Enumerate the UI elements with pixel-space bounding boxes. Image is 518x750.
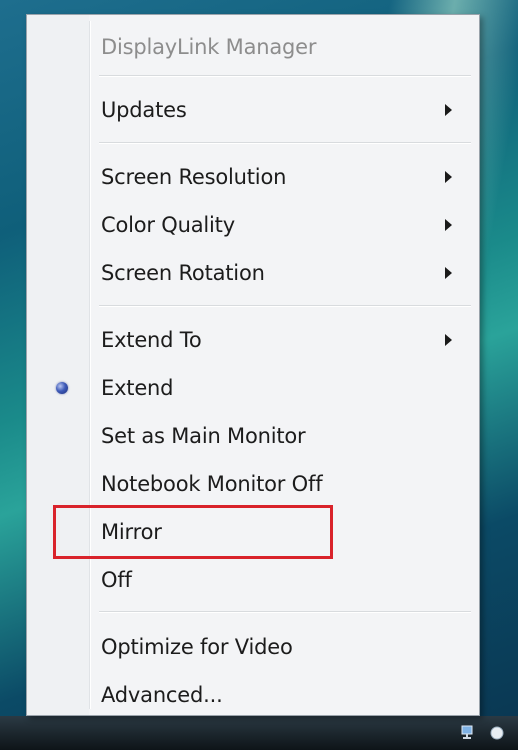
menu-item-extend[interactable]: Extend — [27, 368, 479, 408]
submenu-arrow-icon — [445, 267, 452, 279]
network-tray-icon[interactable] — [460, 723, 478, 741]
menu-item-advanced[interactable]: Advanced... — [27, 675, 479, 715]
menu-item-color-quality[interactable]: Color Quality — [27, 205, 479, 245]
menu-item-updates[interactable]: Updates — [27, 90, 479, 130]
menu-item-label: Extend To — [101, 328, 202, 352]
menu-item-optimize-for-video[interactable]: Optimize for Video — [27, 627, 479, 667]
radio-selected-icon — [56, 382, 68, 394]
menu-item-label: Color Quality — [101, 213, 235, 237]
menu-item-label: Set as Main Monitor — [101, 424, 306, 448]
menu-item-off[interactable]: Off — [27, 560, 479, 600]
submenu-arrow-icon — [445, 334, 452, 346]
menu-item-label: Screen Rotation — [101, 261, 265, 285]
menu-header-label: DisplayLink Manager — [101, 35, 317, 59]
taskbar — [0, 716, 518, 750]
submenu-arrow-icon — [445, 219, 452, 231]
menu-item-screen-rotation[interactable]: Screen Rotation — [27, 253, 479, 293]
submenu-arrow-icon — [445, 104, 452, 116]
displaylink-tray-icon[interactable] — [488, 723, 506, 741]
menu-item-mirror[interactable]: Mirror — [27, 512, 479, 552]
menu-item-extend-to[interactable]: Extend To — [27, 320, 479, 360]
menu-separator — [99, 142, 471, 143]
menu-separator — [99, 75, 471, 76]
menu-separator — [99, 305, 471, 306]
menu-item-label: Extend — [101, 376, 174, 400]
menu-item-label: Advanced... — [101, 683, 223, 707]
menu-item-label: Screen Resolution — [101, 165, 287, 189]
menu-item-screen-resolution[interactable]: Screen Resolution — [27, 157, 479, 197]
submenu-arrow-icon — [445, 171, 452, 183]
displaylink-context-menu: DisplayLink Manager Updates Screen Resol… — [26, 14, 480, 716]
menu-item-label: Notebook Monitor Off — [101, 472, 323, 496]
menu-item-label: Mirror — [101, 520, 162, 544]
menu-item-label: Off — [101, 568, 132, 592]
menu-item-notebook-monitor-off[interactable]: Notebook Monitor Off — [27, 464, 479, 504]
menu-item-set-as-main-monitor[interactable]: Set as Main Monitor — [27, 416, 479, 456]
menu-header-displaylink-manager: DisplayLink Manager — [27, 27, 479, 67]
menu-item-label: Updates — [101, 98, 187, 122]
menu-item-label: Optimize for Video — [101, 635, 293, 659]
menu-separator — [99, 611, 471, 612]
